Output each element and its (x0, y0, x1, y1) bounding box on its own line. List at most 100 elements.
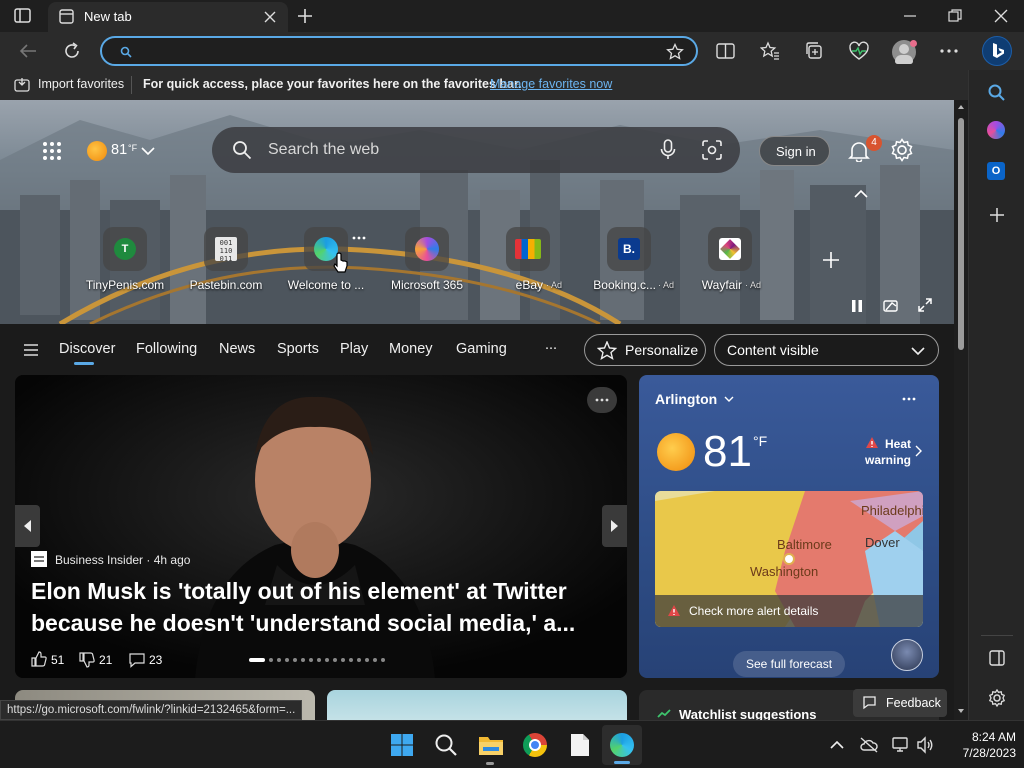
tab-new-tab[interactable]: New tab (48, 2, 288, 32)
sign-in-button[interactable]: Sign in (759, 136, 830, 166)
hide-sidebar-icon[interactable] (989, 650, 1005, 666)
carousel-dot[interactable] (373, 658, 377, 662)
new-tab-plus-icon[interactable] (296, 7, 314, 25)
carousel-dot[interactable] (285, 658, 289, 662)
carousel-prev-button[interactable] (15, 505, 40, 547)
personalize-button[interactable]: Personalize (584, 334, 706, 366)
minimize-icon[interactable] (903, 10, 917, 22)
hamburger-menu-icon[interactable] (24, 344, 38, 356)
sidebar-outlook-icon[interactable]: O (987, 162, 1005, 180)
scroll-down-icon[interactable] (957, 708, 965, 714)
carousel-dot[interactable] (357, 658, 361, 662)
nav-item-discover[interactable]: Discover (59, 341, 115, 357)
sidebar-settings-icon[interactable] (988, 689, 1006, 707)
expand-icon[interactable] (918, 298, 932, 312)
profile-avatar[interactable] (892, 40, 917, 64)
microphone-icon[interactable] (660, 139, 676, 161)
network-icon[interactable] (892, 736, 910, 754)
add-quick-link-icon[interactable] (822, 251, 840, 269)
browser-essentials-icon[interactable] (848, 41, 870, 61)
carousel-dot[interactable] (349, 658, 353, 662)
notifications-button[interactable]: 4 (846, 135, 882, 166)
web-search-box[interactable]: Search the web (212, 127, 740, 173)
restore-icon[interactable] (948, 9, 962, 23)
favorite-star-icon[interactable] (666, 43, 684, 61)
quick-link-tile[interactable]: T (103, 227, 147, 271)
import-favorites-link[interactable]: Import favorites (38, 77, 124, 91)
collections-icon[interactable] (804, 41, 824, 61)
close-tab-icon[interactable] (264, 11, 276, 23)
carousel-dot[interactable] (301, 658, 305, 662)
sidebar-search-icon[interactable] (987, 83, 1007, 103)
manage-favorites-link[interactable]: Manage favorites now (490, 77, 612, 91)
dislike-icon[interactable] (79, 652, 95, 668)
carousel-dot[interactable] (309, 658, 313, 662)
show-hidden-icons-chevron[interactable] (830, 740, 844, 750)
back-icon[interactable] (18, 42, 38, 60)
page-settings-icon[interactable] (890, 138, 914, 162)
alert-details-bar[interactable]: Check more alert details (655, 595, 923, 627)
sidebar-m365-icon[interactable] (987, 121, 1005, 139)
bing-copilot-button[interactable] (982, 36, 1012, 66)
scrollbar-thumb[interactable] (958, 118, 964, 350)
carousel-dot[interactable] (293, 658, 297, 662)
carousel-next-button[interactable] (602, 505, 627, 547)
carousel-dot[interactable] (381, 658, 385, 662)
story-more-button[interactable] (587, 387, 617, 413)
like-icon[interactable] (31, 651, 47, 667)
nav-item-play[interactable]: Play (340, 341, 368, 357)
weather-card[interactable]: Arlington 81 °F Heat warning Philadelphi… (639, 375, 939, 678)
address-bar[interactable] (100, 36, 698, 66)
image-info-icon[interactable] (883, 299, 899, 313)
news-card[interactable] (327, 690, 627, 720)
onedrive-icon[interactable] (860, 737, 878, 753)
carousel-dot-active[interactable] (249, 658, 265, 662)
quick-link-tile[interactable] (506, 227, 550, 271)
file-explorer-icon[interactable] (478, 733, 504, 757)
visual-search-icon[interactable] (702, 140, 722, 160)
carousel-dot[interactable] (277, 658, 281, 662)
settings-more-icon[interactable] (940, 49, 958, 53)
notepad-icon[interactable] (570, 733, 590, 757)
edge-taskbar-button[interactable] (602, 725, 642, 765)
favorites-icon[interactable] (760, 41, 780, 61)
nav-item-news[interactable]: News (219, 341, 255, 357)
scroll-up-icon[interactable] (957, 104, 965, 110)
volume-icon[interactable] (916, 736, 934, 754)
weather-more-icon[interactable] (902, 397, 916, 401)
collapse-chevron-icon[interactable] (854, 189, 868, 199)
carousel-dot[interactable] (333, 658, 337, 662)
carousel-dot[interactable] (317, 658, 321, 662)
chrome-icon[interactable] (523, 733, 547, 757)
nav-item-money[interactable]: Money (389, 341, 433, 357)
carousel-dot[interactable] (341, 658, 345, 662)
see-full-forecast-button[interactable]: See full forecast (733, 651, 845, 677)
quick-link-tile[interactable] (405, 227, 449, 271)
story-headline[interactable]: Elon Musk is 'totally out of his element… (31, 575, 591, 639)
nav-item-sports[interactable]: Sports (277, 341, 319, 357)
app-launcher-icon[interactable] (42, 141, 62, 161)
weather-alert-map[interactable]: Philadelphia Baltimore Dover Washington … (655, 491, 923, 627)
quick-link-tile[interactable]: 001 110 011 (204, 227, 248, 271)
split-screen-icon[interactable] (716, 42, 736, 60)
tab-actions-icon[interactable] (14, 8, 32, 24)
chevron-right-icon[interactable] (915, 445, 923, 457)
sidebar-add-icon[interactable] (989, 207, 1005, 223)
taskbar-search-icon[interactable] (434, 733, 458, 757)
chevron-down-icon[interactable] (724, 396, 734, 403)
close-window-icon[interactable] (994, 9, 1008, 23)
carousel-dot[interactable] (365, 658, 369, 662)
weather-location[interactable]: Arlington (655, 391, 717, 407)
weather-widget-button[interactable]: 81 °F (86, 140, 162, 162)
carousel-dot[interactable] (325, 658, 329, 662)
feedback-button[interactable]: Feedback (853, 689, 947, 717)
windows-start-icon[interactable] (390, 733, 414, 757)
comment-icon[interactable] (129, 652, 145, 668)
weather-copilot-icon[interactable] (891, 639, 923, 671)
clock[interactable]: 8:24 AM 7/28/2023 (940, 729, 1016, 761)
hero-story-card[interactable]: Business Insider · 4h ago Elon Musk is '… (15, 375, 627, 678)
nav-more-button[interactable]: ... (545, 337, 557, 353)
quick-link-tile[interactable]: B. (607, 227, 651, 271)
quick-link-tile[interactable] (708, 227, 752, 271)
nav-item-following[interactable]: Following (136, 341, 197, 357)
